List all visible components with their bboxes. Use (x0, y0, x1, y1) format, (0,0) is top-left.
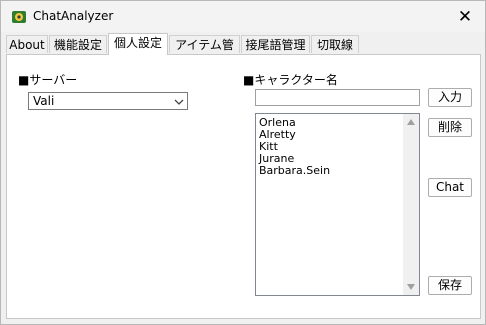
list-item[interactable]: Barbara.Sein (259, 165, 330, 177)
list-scrollbar[interactable] (403, 114, 419, 295)
scroll-down-arrow-icon[interactable] (403, 279, 419, 295)
app-icon (11, 9, 27, 25)
tab-item-management[interactable]: アイテム管理 (169, 35, 240, 70)
close-button[interactable]: ✕ (445, 1, 485, 32)
server-label: ■サーバー (18, 73, 78, 87)
character-list[interactable]: Orlena Alretty Kitt Jurane Barbara.Sein (255, 113, 420, 296)
app-window: ChatAnalyzer ✕ About 機能設定 個人設定 アイテム管理 接尾… (0, 0, 486, 325)
tab-function-settings[interactable]: 機能設定 (49, 35, 107, 53)
tab-about[interactable]: About (6, 35, 48, 53)
chat-button[interactable]: Chat (428, 178, 472, 197)
tab-suffix-management[interactable]: 接尾語管理 (241, 35, 310, 53)
delete-button[interactable]: 削除 (428, 118, 472, 137)
window-title: ChatAnalyzer (33, 9, 114, 23)
tab-cut-line[interactable]: 切取線 (311, 35, 359, 53)
tab-personal-settings[interactable]: 個人設定 (108, 33, 168, 55)
tab-bar: About 機能設定 個人設定 アイテム管理 接尾語管理 切取線 (6, 33, 482, 70)
save-button[interactable]: 保存 (428, 276, 472, 295)
title-bar: ChatAnalyzer ✕ (1, 1, 485, 32)
chevron-down-icon (174, 96, 184, 106)
input-button[interactable]: 入力 (428, 88, 472, 107)
server-dropdown[interactable]: Vali (28, 92, 188, 110)
scroll-up-arrow-icon[interactable] (403, 114, 419, 130)
character-name-input[interactable] (255, 89, 420, 106)
server-selected-value: Vali (33, 94, 55, 108)
character-name-label: ■キャラクター名 (243, 73, 338, 87)
